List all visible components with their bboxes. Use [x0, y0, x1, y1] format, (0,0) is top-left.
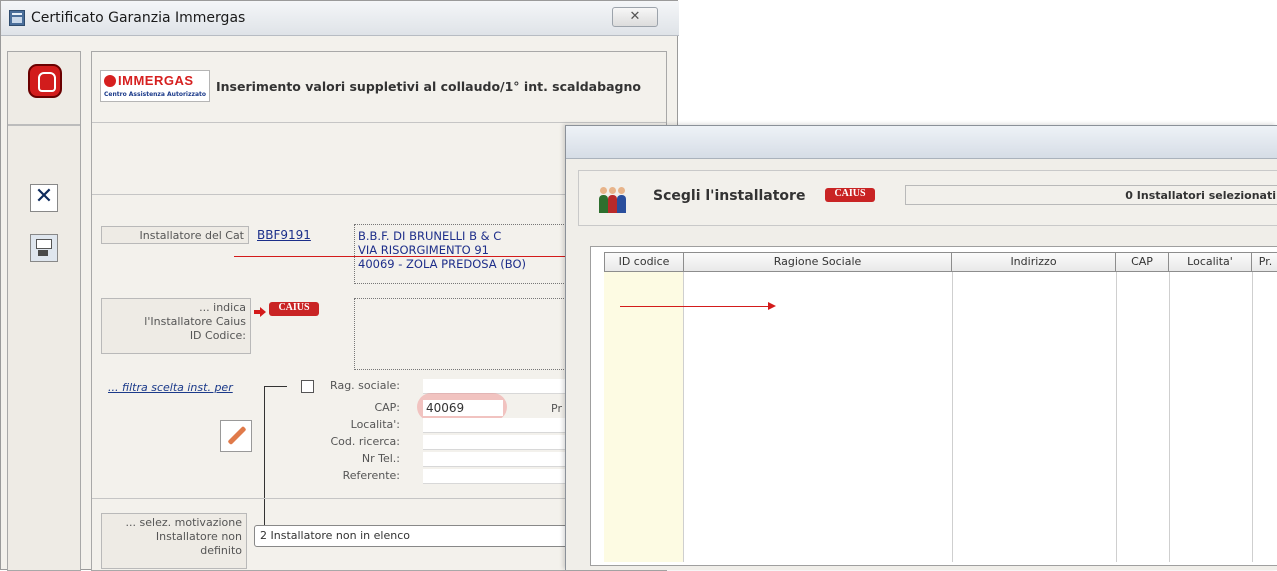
- window-title: Certificato Garanzia Immergas: [31, 10, 246, 26]
- caius-indicate-label: ... indica l'Installatore Caius ID Codic…: [101, 298, 251, 354]
- column-header-indirizzo[interactable]: Indirizzo: [952, 252, 1116, 272]
- column-header-id-codice[interactable]: ID codice: [604, 252, 684, 272]
- column-header-ragione-sociale[interactable]: Ragione Sociale: [684, 252, 952, 272]
- installer-grid[interactable]: [590, 246, 1277, 566]
- address-line: B.B.F. DI BRUNELLI B & C: [358, 229, 502, 243]
- filter-label-ragione-sociale: Rag. sociale:: [330, 379, 400, 392]
- motivation-label: ... selez. motivazione Installatore non …: [101, 513, 247, 569]
- clear-filter-eraser-icon[interactable]: [220, 420, 252, 452]
- grid-header: ID codice Ragione Sociale Indirizzo CAP …: [580, 252, 1277, 272]
- installer-label: Installatore del Cat: [101, 226, 249, 244]
- filter-label-cap: CAP:: [374, 401, 400, 414]
- label-line: l'Installatore Caius: [144, 315, 246, 328]
- label-line: definito: [200, 544, 242, 557]
- grid-column-line: [1116, 272, 1117, 562]
- ragione-sociale-input[interactable]: [423, 379, 571, 394]
- label-line: Installatore non: [155, 530, 242, 543]
- installer-code-link[interactable]: BBF9191: [257, 228, 311, 242]
- address-line: VIA RISORGIMENTO 91: [358, 243, 489, 257]
- filter-label-referente: Referente:: [342, 469, 400, 482]
- popup-header: Scegli l'installatore CAIUS 0 Installato…: [578, 170, 1277, 226]
- motivation-select[interactable]: 2 Installatore non in elenco: [254, 525, 584, 547]
- immergas-flame-icon: [104, 75, 116, 87]
- filter-label-cod-ricerca: Cod. ricerca:: [330, 435, 400, 448]
- address-line: 40069 - ZOLA PREDOSA (BO): [358, 257, 527, 271]
- brand-subtitle: Centro Assistenza Autorizzato: [104, 91, 206, 98]
- nr-tel-input[interactable]: [423, 452, 571, 467]
- grid-column-line: [952, 272, 953, 562]
- title-bar: Certificato Garanzia Immergas ✕: [1, 1, 679, 36]
- filter-link[interactable]: ... filtra scelta inst. per: [108, 381, 233, 394]
- id-column-fill: [604, 272, 683, 562]
- red-arrow-icon: [254, 307, 266, 317]
- brand-name: IMMERGAS: [118, 73, 194, 88]
- installer-picker-window: Scegli l'installatore CAIUS 0 Installato…: [565, 125, 1277, 570]
- column-header-provincia[interactable]: Pr.: [1252, 252, 1277, 272]
- caius-code-field[interactable]: [354, 298, 574, 370]
- popup-title-bar: [566, 126, 1277, 159]
- stop-hand-icon[interactable]: [28, 64, 62, 98]
- form-header: IMMERGAS Centro Assistenza Autorizzato I…: [92, 52, 666, 123]
- popup-heading: Scegli l'installatore: [653, 188, 806, 204]
- people-group-icon: [597, 183, 627, 213]
- label-line: ... indica: [199, 301, 246, 314]
- selected-count-field: 0 Installatori selezionati: [905, 185, 1277, 205]
- caius-logo-button[interactable]: CAIUS: [269, 302, 319, 316]
- caius-logo: CAIUS: [825, 188, 875, 202]
- provincia-label: Pr: [551, 402, 562, 415]
- installer-address: B.B.F. DI BRUNELLI B & C VIA RISORGIMENT…: [354, 224, 574, 284]
- cancel-icon[interactable]: ✕: [30, 184, 58, 212]
- localita-input[interactable]: [423, 418, 571, 433]
- column-header-cap[interactable]: CAP: [1116, 252, 1169, 272]
- form-title: Inserimento valori suppletivi al collaud…: [216, 79, 641, 94]
- grid-column-line: [1169, 272, 1170, 562]
- cod-ricerca-input[interactable]: [423, 435, 571, 450]
- label-line: ... selez. motivazione: [125, 516, 242, 529]
- grid-column-line: [683, 272, 684, 562]
- filter-label-localita: Localita':: [350, 418, 400, 431]
- selected-count-text: 0 Installatori selezionati: [1125, 189, 1276, 202]
- column-header-localita[interactable]: Localita': [1169, 252, 1252, 272]
- grid-column-line: [1252, 272, 1253, 562]
- label-line: ID Codice:: [189, 329, 246, 342]
- app-window-icon: [9, 10, 25, 26]
- close-button[interactable]: ✕: [612, 7, 658, 27]
- referente-input[interactable]: [423, 469, 571, 484]
- cap-value: 40069: [426, 401, 465, 415]
- save-disk-icon[interactable]: [30, 234, 58, 262]
- filter-label-nr-tel: Nr Tel.:: [361, 452, 400, 465]
- left-toolbar: ✕: [7, 51, 81, 571]
- immergas-logo: IMMERGAS Centro Assistenza Autorizzato: [100, 70, 210, 102]
- pointer-arrow-head: [768, 302, 776, 310]
- pointer-arrow-line-inner: [620, 306, 770, 307]
- toolbar-divider: [8, 124, 80, 126]
